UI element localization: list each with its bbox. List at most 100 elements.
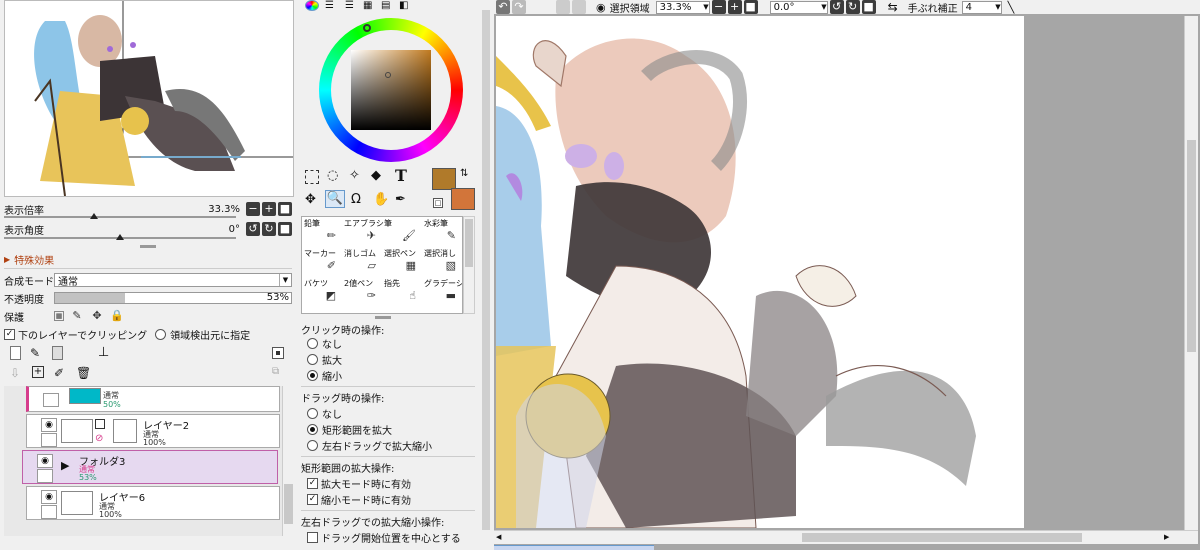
eyedropper-icon[interactable]: ✒ — [395, 192, 406, 207]
tool-select-pen[interactable]: 選択ペン ▦ — [382, 247, 422, 275]
redo-icon[interactable]: ↷ — [512, 0, 526, 14]
saturation-value-square[interactable] — [351, 50, 431, 130]
radio[interactable] — [307, 338, 318, 349]
hscroll-thumb[interactable] — [802, 533, 1082, 542]
merge-down-icon[interactable]: + — [32, 366, 44, 378]
tool-marker[interactable]: マーカー ✐ — [302, 247, 342, 275]
layer-settings-icon[interactable]: ⧉ — [272, 366, 279, 377]
effects-header[interactable]: ▶ 特殊効果 — [4, 251, 292, 267]
radio[interactable] — [307, 424, 318, 435]
zoom-tool-icon[interactable]: 🔍 — [325, 190, 345, 208]
document-tab[interactable] — [494, 545, 654, 550]
drawing-canvas[interactable] — [496, 16, 1024, 528]
rotate-reset-button[interactable]: ■ — [278, 222, 292, 236]
protect-transparency-icon[interactable]: ▦ — [54, 311, 64, 321]
drag-lr-option[interactable]: 左右ドラッグで拡大縮小 — [307, 438, 432, 453]
folder-expand-icon[interactable]: ▶ — [61, 459, 69, 472]
eye-icon[interactable]: ◉ — [41, 490, 57, 504]
tool-select-erase[interactable]: 選択消し ▧ — [422, 247, 462, 275]
zoom-reset-button[interactable]: ■ — [278, 202, 292, 216]
transparent-color-icon[interactable]: □ — [433, 198, 443, 208]
tool-gradation[interactable]: グラデーション▬ — [422, 277, 462, 305]
eye-icon[interactable]: ◉ — [37, 454, 53, 468]
opacity-slider[interactable]: 53% — [54, 292, 292, 304]
drag-rect-option[interactable]: 矩形範囲を拡大 — [307, 422, 392, 437]
tool-binary-pen[interactable]: 2値ペン ✑ — [342, 277, 382, 305]
canvas-vscrollbar[interactable] — [1184, 16, 1198, 530]
click-none-option[interactable]: なし — [307, 336, 342, 351]
rotate-reset-button[interactable]: ■ — [861, 0, 876, 14]
move-icon[interactable]: ✥ — [305, 192, 316, 207]
rgb-slider-tab-icon[interactable]: ☰ — [325, 0, 334, 11]
clear-layer-icon[interactable]: ✐ — [54, 366, 64, 380]
palette-tab-icon[interactable]: ▤ — [381, 0, 390, 11]
tool-grid-scrollbar[interactable] — [463, 216, 475, 314]
rect-select-icon[interactable] — [305, 170, 319, 184]
tool-slot[interactable] — [422, 307, 462, 313]
radio[interactable] — [307, 354, 318, 365]
layer-list-scrollbar[interactable] — [282, 386, 294, 536]
radio[interactable] — [307, 440, 318, 451]
zoom-slider-thumb[interactable] — [90, 213, 98, 219]
rotate-right-button[interactable]: ↻ — [845, 0, 860, 14]
new-linework-layer-icon[interactable]: ✎ — [30, 346, 40, 360]
layer-edit-toggle[interactable] — [41, 433, 57, 447]
hue-ring[interactable] — [319, 18, 463, 162]
rotate-right-button[interactable]: ↻ — [262, 222, 276, 236]
tool-brush[interactable]: 筆 🖌 — [382, 217, 422, 245]
clip-checkbox[interactable]: ✓ — [4, 328, 15, 340]
protect-move-icon[interactable]: ✥ — [90, 309, 104, 323]
zoom-in-button[interactable]: + — [727, 0, 742, 14]
tool-slot[interactable] — [302, 307, 342, 313]
checkbox[interactable]: ✓ — [307, 494, 318, 505]
color-wheel-tab-icon[interactable] — [305, 0, 319, 11]
angle-slider-thumb[interactable] — [116, 234, 124, 240]
secondary-color-swatch[interactable] — [451, 188, 475, 210]
trash-icon[interactable]: 🗑 — [76, 366, 91, 380]
primary-color-swatch[interactable] — [432, 168, 456, 190]
zoom-out-button[interactable]: − — [711, 0, 726, 14]
click-zoom-in-option[interactable]: 拡大 — [307, 352, 342, 367]
eye-icon[interactable]: ◉ — [596, 1, 606, 14]
rotate-left-button[interactable]: ↺ — [246, 222, 260, 236]
stabilizer-select[interactable]: 4 ▼ — [961, 0, 1002, 14]
rotate-left-button[interactable]: ↺ — [829, 0, 844, 14]
layer-arrange-icon[interactable]: ⊥ — [98, 345, 109, 360]
tool-scroll-thumb[interactable] — [465, 219, 473, 267]
layer-scroll-thumb[interactable] — [284, 484, 293, 524]
radio[interactable] — [307, 408, 318, 419]
tool-slot[interactable] — [342, 307, 382, 313]
tool-bucket[interactable]: バケツ ◩ — [302, 277, 342, 305]
sv-picker-cursor[interactable] — [385, 72, 391, 78]
layer-visibility[interactable] — [43, 393, 59, 407]
deselect-icon[interactable] — [556, 0, 570, 14]
layer-panel-toggle-icon[interactable] — [272, 347, 284, 359]
scratchpad-tab-icon[interactable]: ◧ — [399, 0, 408, 11]
line-tool-icon[interactable]: ╲ — [1008, 1, 1015, 14]
swatches-tab-icon[interactable]: ▦ — [363, 0, 372, 11]
canvas-hscrollbar[interactable]: ◀ ▶ — [494, 530, 1198, 544]
checkbox[interactable]: ✓ — [307, 478, 318, 489]
scroll-left-icon[interactable]: ◀ — [496, 534, 504, 541]
scroll-right-icon[interactable]: ▶ — [1164, 534, 1172, 541]
blend-mode-select[interactable]: 通常 ▼ — [54, 273, 292, 288]
angle-slider[interactable] — [4, 234, 236, 240]
panel-scroll-thumb[interactable] — [482, 10, 490, 530]
hand-icon[interactable]: ✋ — [373, 192, 389, 207]
tool-pencil[interactable]: 鉛筆 ✏ — [302, 217, 342, 245]
magic-wand-icon[interactable]: ✧ — [349, 168, 360, 183]
panel-scrollbar[interactable] — [480, 0, 492, 550]
drag-none-option[interactable]: なし — [307, 406, 342, 421]
tool-finger[interactable]: 指先 ☝ — [382, 277, 422, 305]
checkbox[interactable] — [307, 532, 318, 543]
angle-select[interactable]: 0.0° ▼ — [769, 0, 828, 14]
new-folder-icon[interactable] — [52, 346, 63, 360]
area-source-checkbox[interactable] — [155, 328, 167, 340]
lr-center-option[interactable]: ドラッグ開始位置を中心とする — [307, 530, 461, 545]
rect-out-option[interactable]: ✓ 縮小モード時に有効 — [307, 492, 411, 507]
lasso-icon[interactable]: ◌ — [327, 168, 338, 183]
invert-selection-icon[interactable] — [572, 0, 586, 14]
zoom-select[interactable]: 33.3% ▼ — [655, 0, 710, 14]
rotate-tool-icon[interactable]: Ω — [351, 192, 361, 207]
flip-horizontal-icon[interactable]: ⇆ — [888, 0, 898, 14]
